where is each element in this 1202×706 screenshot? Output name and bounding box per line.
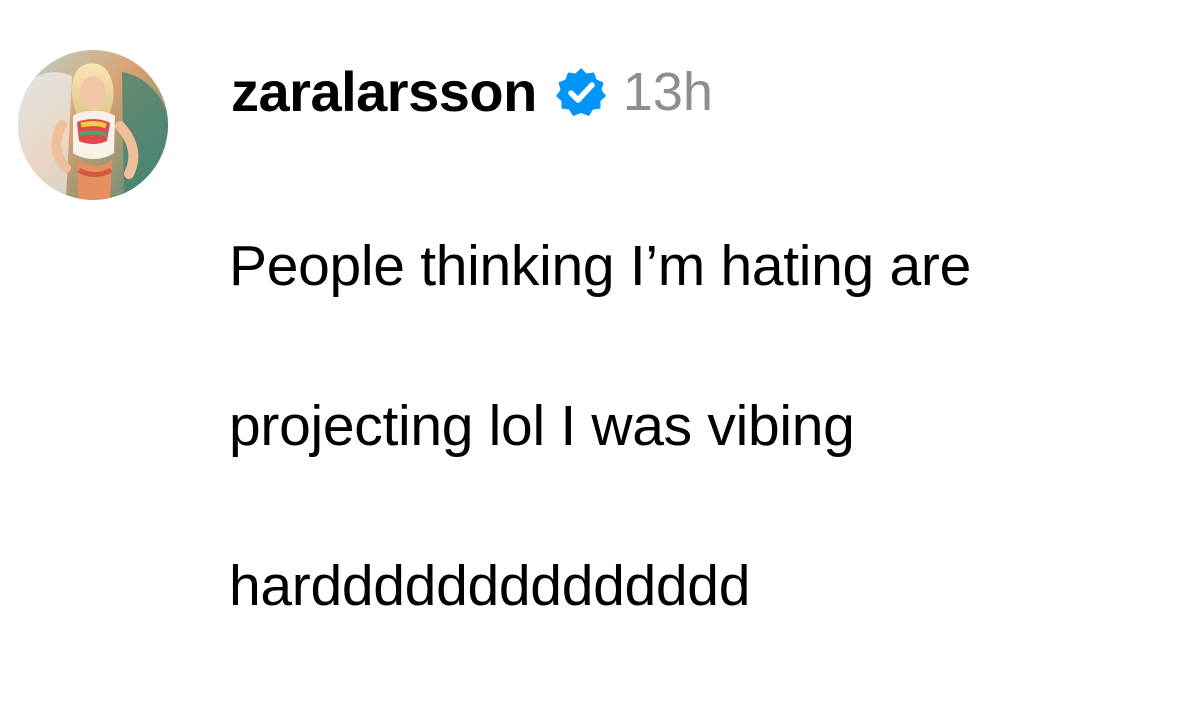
comment-timestamp[interactable]: 13h [623, 65, 713, 119]
verified-badge-icon [555, 66, 607, 118]
comment: zaralarsson 13h People thinking I’m hati… [0, 0, 1202, 618]
comment-text: People thinking I’m hating are projectin… [229, 146, 1169, 706]
comment-text-line: People thinking I’m hating are [229, 234, 971, 298]
username-link[interactable]: zaralarsson [231, 64, 537, 120]
comment-header: zaralarsson 13h [231, 58, 713, 126]
avatar[interactable] [18, 50, 168, 200]
profile-photo [18, 50, 168, 200]
comment-text-line: projecting lol I was vibing [229, 394, 855, 458]
comment-text-line: hardddddddddddddd [229, 554, 751, 618]
